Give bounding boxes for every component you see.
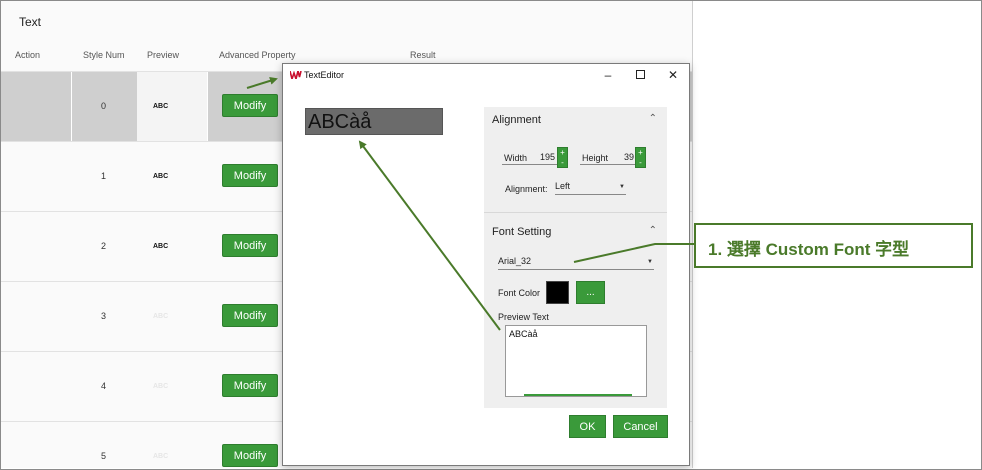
alignment-label: Alignment: (505, 184, 548, 194)
font-setting-section-title: Font Setting (492, 226, 552, 238)
section-divider (484, 212, 667, 213)
column-header-style-num: Style Num (83, 50, 125, 60)
close-icon[interactable]: ✕ (665, 67, 681, 83)
input-focus-bar (524, 394, 632, 396)
preview-sample: ABC (153, 453, 169, 460)
style-num: 3 (101, 311, 107, 321)
modify-button[interactable]: Modify (222, 444, 278, 467)
cell-divider (71, 72, 72, 141)
width-input[interactable]: 195 (540, 152, 555, 162)
column-header-result: Result (410, 50, 436, 60)
preview-sample: ABC (153, 103, 169, 110)
dialog-title: TextEditor (304, 70, 345, 80)
collapse-chevron-icon[interactable]: ⌃ (649, 113, 657, 124)
modify-button[interactable]: Modify (222, 234, 278, 257)
preview-sample: ABC (153, 313, 169, 320)
minimize-icon[interactable]: – (600, 67, 616, 83)
ok-button[interactable]: OK (569, 415, 606, 438)
panel-title: Text (19, 15, 42, 29)
style-num: 1 (101, 171, 107, 181)
font-color-label: Font Color (498, 288, 541, 298)
preview-sample: ABC (153, 173, 169, 180)
preview-canvas-text: ABCàå (308, 111, 372, 133)
text-preview-canvas: ABCàå (305, 108, 443, 135)
dropdown-caret-icon: ▼ (619, 184, 625, 190)
column-header-preview: Preview (147, 50, 180, 60)
preview-text-input[interactable]: ABCàå (505, 325, 647, 397)
properties-panel: Alignment ⌃ Width 195 + - Height 39 + - Al… (484, 107, 667, 408)
preview-text-value: ABCàå (509, 329, 538, 339)
cancel-button[interactable]: Cancel (613, 415, 668, 438)
modify-button[interactable]: Modify (222, 94, 278, 117)
font-color-swatch[interactable] (546, 281, 569, 304)
column-header-action: Action (15, 50, 41, 60)
preview-cell (137, 72, 207, 141)
color-picker-button[interactable]: ... (576, 281, 605, 304)
dialog-titlebar[interactable]: TextEditor – ✕ (283, 64, 689, 86)
column-header-advanced-property: Advanced Property (219, 50, 296, 60)
height-input[interactable]: 39 (624, 152, 634, 162)
font-select-value: Arial_32 (498, 256, 532, 266)
cell-divider (207, 72, 208, 141)
style-num: 5 (101, 451, 107, 461)
width-stepper[interactable]: + - (557, 147, 568, 168)
modify-button[interactable]: Modify (222, 374, 278, 397)
preview-text-label: Preview Text (498, 312, 549, 322)
font-select[interactable]: Arial_32 ▼ (498, 256, 654, 270)
preview-sample: ABC (153, 383, 169, 390)
alignment-select[interactable]: Left ▼ (555, 181, 626, 195)
text-editor-dialog: TextEditor – ✕ ABCàå Alignment ⌃ Width 1… (282, 63, 690, 466)
alignment-select-value: Left (555, 181, 571, 191)
app-logo-icon (290, 71, 302, 79)
annotation-text: 1. 選擇 Custom Font 字型 (708, 240, 910, 259)
preview-sample: ABC (153, 243, 169, 250)
modify-button[interactable]: Modify (222, 304, 278, 327)
style-num: 4 (101, 381, 107, 391)
alignment-section-title: Alignment (492, 114, 541, 126)
annotation-callout: 1. 選擇 Custom Font 字型 (694, 223, 973, 268)
maximize-icon[interactable] (632, 67, 648, 83)
dropdown-caret-icon: ▼ (647, 259, 653, 265)
style-num: 0 (101, 101, 107, 111)
modify-button[interactable]: Modify (222, 164, 278, 187)
height-stepper[interactable]: + - (635, 147, 646, 168)
collapse-chevron-icon[interactable]: ⌃ (649, 225, 657, 236)
style-num: 2 (101, 241, 107, 251)
